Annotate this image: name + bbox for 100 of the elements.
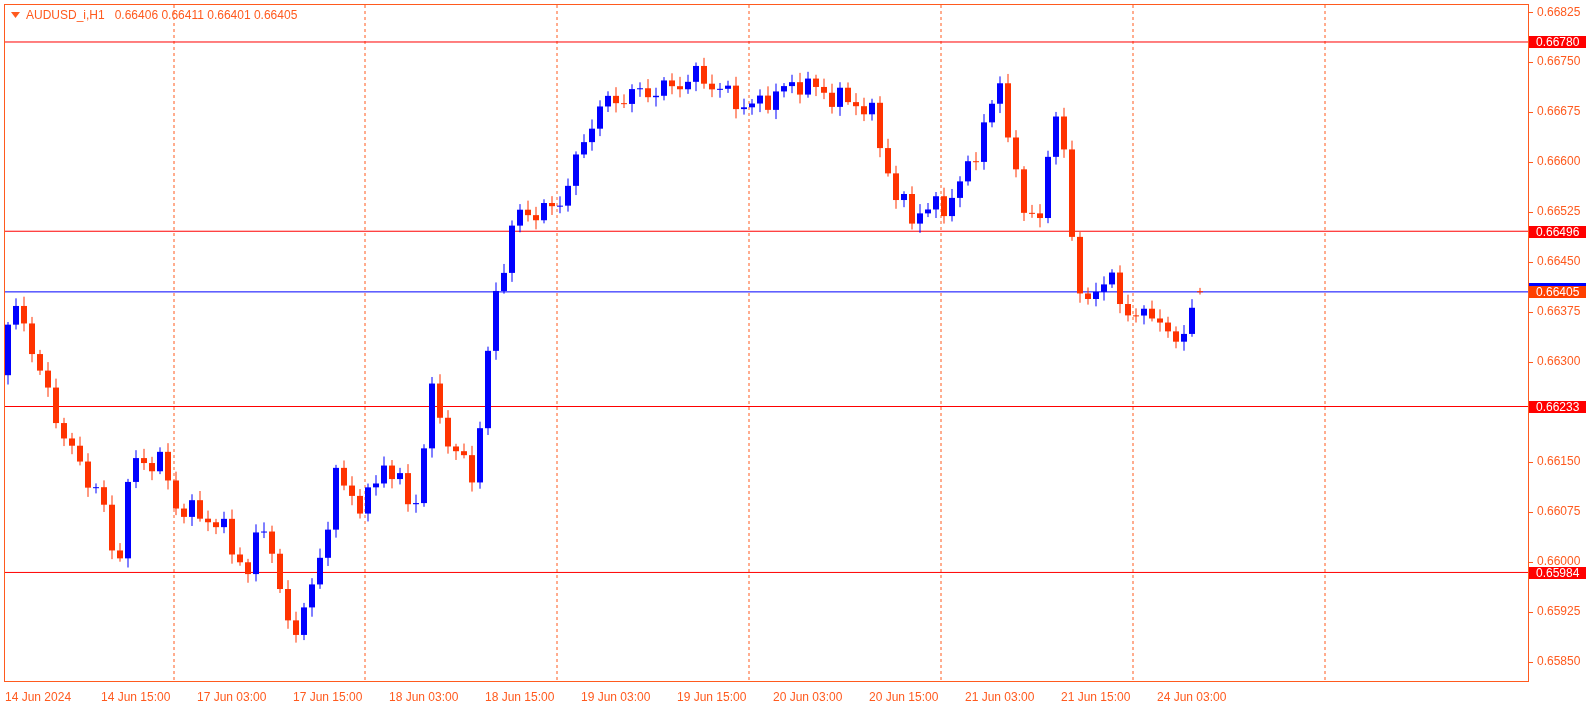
candle xyxy=(805,71,811,99)
candle xyxy=(1197,287,1203,296)
quote-values: 0.66406 0.66411 0.66401 0.66405 xyxy=(114,8,298,22)
candle xyxy=(221,511,227,534)
candle xyxy=(501,263,507,295)
candle xyxy=(237,546,243,567)
price-line-label: 0.65984 xyxy=(1529,566,1586,579)
dropdown-triangle-icon[interactable] xyxy=(11,12,20,18)
candle xyxy=(85,452,91,498)
candle xyxy=(517,203,523,233)
candle xyxy=(109,494,115,560)
candle xyxy=(645,78,651,103)
candle xyxy=(541,198,547,224)
price-tick-label: 0.66750 xyxy=(1537,56,1581,68)
candle xyxy=(341,459,347,491)
candle xyxy=(93,482,99,494)
candle xyxy=(957,175,963,208)
candle xyxy=(965,155,971,187)
candle xyxy=(653,87,659,107)
candle xyxy=(1101,275,1107,302)
candle xyxy=(765,85,771,114)
candle xyxy=(525,200,531,222)
price-tick-label: 0.66075 xyxy=(1537,506,1581,518)
candle xyxy=(789,74,795,94)
candle xyxy=(45,361,51,398)
candle xyxy=(813,74,819,97)
candle xyxy=(37,349,43,376)
candle xyxy=(1141,304,1147,325)
candle xyxy=(1117,264,1123,314)
candle xyxy=(157,446,163,475)
candle xyxy=(837,81,843,117)
candle xyxy=(149,456,155,481)
candle xyxy=(821,78,827,100)
candle xyxy=(709,74,715,98)
candle xyxy=(829,83,835,115)
price-tick-label: 0.66150 xyxy=(1537,456,1581,468)
candle xyxy=(381,456,387,489)
time-tick-label: 14 Jun 2024 xyxy=(5,690,73,704)
candle xyxy=(77,436,83,466)
candle xyxy=(277,548,283,594)
candle xyxy=(1053,111,1059,166)
candle xyxy=(589,118,595,152)
candle xyxy=(685,74,691,95)
candle xyxy=(269,525,275,564)
price-tick-label: 0.66825 xyxy=(1537,6,1581,18)
candle xyxy=(469,445,475,493)
candle xyxy=(621,93,627,109)
candle xyxy=(373,474,379,497)
candle xyxy=(317,548,323,590)
candle xyxy=(973,151,979,171)
candle xyxy=(1125,294,1131,322)
candle xyxy=(421,443,427,508)
candle xyxy=(637,81,643,98)
candle xyxy=(245,558,251,584)
candle xyxy=(1013,129,1019,178)
candle xyxy=(413,494,419,514)
candle xyxy=(5,321,11,385)
candle xyxy=(285,579,291,630)
candle xyxy=(845,81,851,106)
candle xyxy=(173,471,179,516)
candle xyxy=(205,510,211,532)
candle xyxy=(453,443,459,461)
time-tick-label: 18 Jun 15:00 xyxy=(485,690,556,704)
candle xyxy=(557,195,563,214)
candle xyxy=(1109,268,1115,289)
candle xyxy=(261,521,267,539)
candle xyxy=(357,488,363,519)
candle xyxy=(733,76,739,119)
candle xyxy=(1149,300,1155,322)
candle xyxy=(989,99,995,128)
candle xyxy=(1173,325,1179,349)
candle xyxy=(917,203,923,234)
time-tick-label: 20 Jun 03:00 xyxy=(773,690,844,704)
candle xyxy=(397,467,403,485)
candle xyxy=(29,316,35,363)
candle xyxy=(781,82,787,98)
candle xyxy=(549,195,555,216)
price-line-label: 0.66780 xyxy=(1529,36,1586,49)
candle xyxy=(61,417,67,447)
time-tick-label: 17 Jun 03:00 xyxy=(197,690,268,704)
candle xyxy=(21,296,27,332)
candle xyxy=(853,92,859,116)
candle xyxy=(101,479,107,513)
candle xyxy=(1037,203,1043,228)
time-tick-label: 19 Jun 15:00 xyxy=(677,690,748,704)
candle xyxy=(693,62,699,92)
candle xyxy=(773,83,779,120)
candle xyxy=(885,138,891,178)
candle xyxy=(53,378,59,429)
candle xyxy=(717,82,723,99)
candle xyxy=(197,490,203,523)
candle xyxy=(1189,298,1195,338)
candle xyxy=(933,191,939,219)
candle xyxy=(1061,107,1067,159)
candle xyxy=(349,475,355,506)
candle xyxy=(573,150,579,196)
candle xyxy=(797,72,803,104)
candle xyxy=(1021,165,1027,222)
price-tick-label: 0.66675 xyxy=(1537,106,1581,118)
candle xyxy=(213,518,219,535)
